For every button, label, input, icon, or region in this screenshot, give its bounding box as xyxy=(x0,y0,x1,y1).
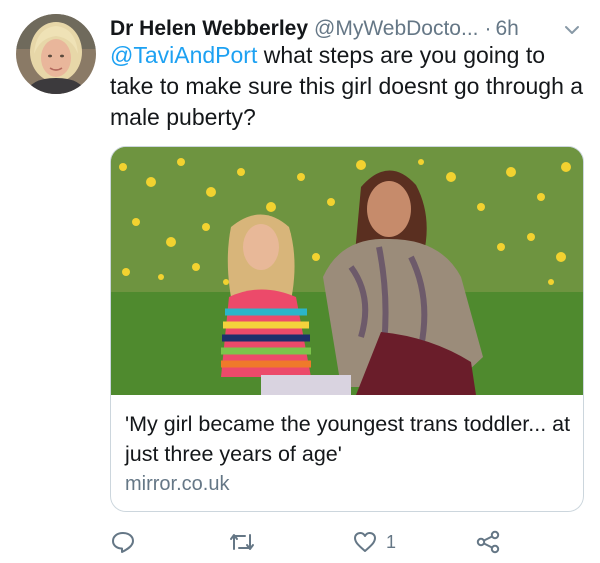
user-handle[interactable]: @MyWebDocto... xyxy=(314,17,478,41)
display-name[interactable]: Dr Helen Webberley xyxy=(110,17,308,41)
avatar[interactable] xyxy=(16,14,96,94)
separator-dot: · xyxy=(484,17,492,40)
tweet-actions: 1 xyxy=(110,526,580,558)
reply-button[interactable] xyxy=(110,526,136,558)
chevron-down-icon[interactable] xyxy=(562,20,582,40)
retweet-button[interactable] xyxy=(228,526,256,558)
avatar-photo xyxy=(16,14,96,94)
like-count: 1 xyxy=(386,531,397,552)
card-domain: mirror.co.uk xyxy=(125,473,230,495)
timestamp[interactable]: 6h xyxy=(496,17,519,41)
tweet-text: @TaviAndPort what steps are you going to… xyxy=(110,40,590,133)
card-title[interactable]: 'My girl became the youngest trans toddl… xyxy=(125,409,575,469)
reply-icon xyxy=(110,529,136,555)
share-button[interactable] xyxy=(474,526,502,558)
card-image[interactable] xyxy=(111,147,583,395)
retweet-icon xyxy=(228,529,256,555)
link-card[interactable]: 'My girl became the youngest trans toddl… xyxy=(110,146,584,512)
heart-icon xyxy=(352,529,378,555)
mention-link[interactable]: @TaviAndPort xyxy=(110,42,257,68)
share-icon xyxy=(474,529,502,555)
like-button[interactable]: 1 xyxy=(352,526,396,558)
